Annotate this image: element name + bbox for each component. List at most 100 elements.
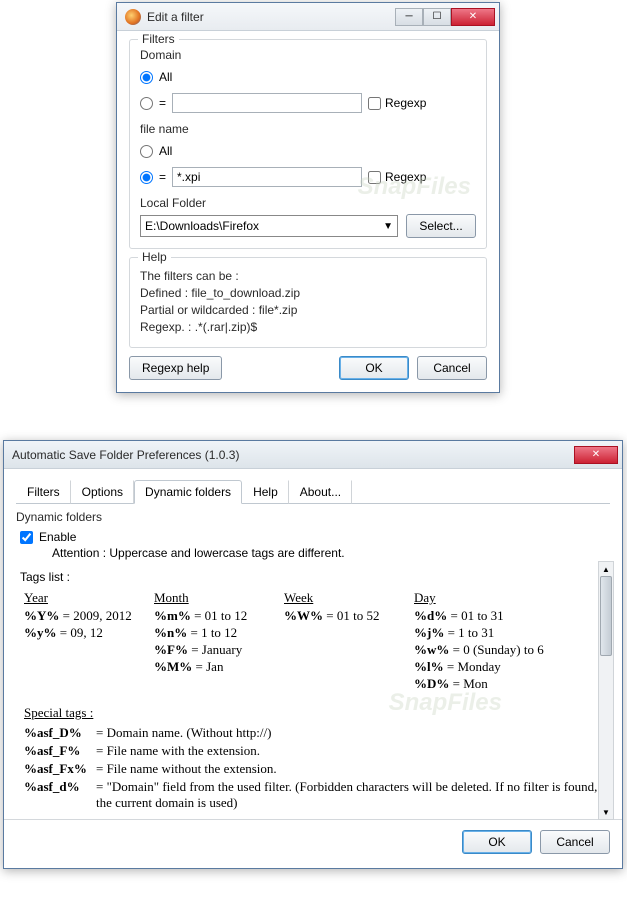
window-buttons: ─ ☐ ✕	[395, 8, 495, 26]
tag-row: %F% = January	[154, 642, 264, 658]
filename-regexp-label: Regexp	[385, 170, 426, 184]
filters-legend: Filters	[138, 32, 179, 46]
filename-all-row: All	[140, 140, 476, 162]
chevron-down-icon: ▼	[383, 221, 393, 232]
special-row: %asf_F%= File name with the extension.	[24, 743, 602, 759]
domain-eq-label: =	[159, 96, 166, 110]
tags-columns: Year %Y% = 2009, 2012 %y% = 09, 12 Month…	[24, 590, 602, 693]
domain-all-radio[interactable]	[140, 71, 153, 84]
filename-eq-row: = Regexp	[140, 166, 476, 188]
filename-eq-label: =	[159, 170, 166, 184]
filename-input[interactable]	[172, 167, 362, 187]
help-line: Regexp. : .*(.rar|.zip)$	[140, 320, 476, 334]
dialog-buttons: OK Cancel	[4, 819, 622, 864]
cancel-button[interactable]: Cancel	[540, 830, 610, 854]
col-month: Month %m% = 01 to 12 %n% = 1 to 12 %F% =…	[154, 590, 264, 693]
attention-text: Attention : Uppercase and lowercase tags…	[52, 546, 610, 560]
close-button[interactable]: ✕	[451, 8, 495, 26]
cancel-button[interactable]: Cancel	[417, 356, 487, 380]
tab-dynamic-folders[interactable]: Dynamic folders	[134, 480, 242, 504]
col-day-header: Day	[414, 590, 544, 606]
domain-all-label: All	[159, 70, 172, 84]
tag-row: %m% = 01 to 12	[154, 608, 264, 624]
filename-eq-radio[interactable]	[140, 171, 153, 184]
filename-all-label: All	[159, 144, 172, 158]
col-week: Week %W% = 01 to 52	[284, 590, 394, 693]
scroll-down-icon[interactable]: ▼	[599, 805, 613, 819]
tag-row: %n% = 1 to 12	[154, 625, 264, 641]
close-button[interactable]: ✕	[574, 446, 618, 464]
tab-help[interactable]: Help	[242, 480, 289, 504]
enable-label: Enable	[39, 530, 76, 544]
domain-regexp-label: Regexp	[385, 96, 426, 110]
filename-regexp-checkbox-wrap: Regexp	[368, 170, 426, 184]
minimize-button[interactable]: ─	[395, 8, 423, 26]
special-tags-header: Special tags :	[24, 705, 602, 721]
domain-all-row: All	[140, 66, 476, 88]
tag-row: %D% = Mon	[414, 676, 544, 692]
window-body: Filters Domain All = Regexp file name Al…	[117, 31, 499, 392]
tag-row: %y% = 09, 12	[24, 625, 134, 641]
special-row: %asf_d%= "Domain" field from the used fi…	[24, 779, 602, 811]
domain-input[interactable]	[172, 93, 362, 113]
domain-label: Domain	[140, 48, 476, 62]
domain-eq-radio[interactable]	[140, 97, 153, 110]
regexp-help-button[interactable]: Regexp help	[129, 356, 222, 380]
localfolder-select[interactable]: E:\Downloads\Firefox ▼	[140, 215, 398, 237]
tag-row: %Y% = 2009, 2012	[24, 608, 134, 624]
ok-button[interactable]: OK	[462, 830, 532, 854]
tag-row: %w% = 0 (Sunday) to 6	[414, 642, 544, 658]
enable-checkbox[interactable]	[20, 531, 33, 544]
tag-row: %W% = 01 to 52	[284, 608, 394, 624]
special-row: %asf_Fx%= File name without the extensio…	[24, 761, 602, 777]
domain-eq-row: = Regexp	[140, 92, 476, 114]
window-title: Automatic Save Folder Preferences (1.0.3…	[12, 448, 574, 462]
localfolder-value: E:\Downloads\Firefox	[145, 219, 259, 233]
filters-fieldset: Filters Domain All = Regexp file name Al…	[129, 39, 487, 249]
scrollbar-thumb[interactable]	[600, 576, 612, 656]
filename-label: file name	[140, 122, 476, 136]
col-year-header: Year	[24, 590, 134, 606]
help-line: Partial or wildcarded : file*.zip	[140, 303, 476, 317]
enable-row: Enable	[20, 530, 610, 544]
domain-regexp-checkbox[interactable]	[368, 97, 381, 110]
col-day: Day %d% = 01 to 31 %j% = 1 to 31 %w% = 0…	[414, 590, 544, 693]
tag-row: %d% = 01 to 31	[414, 608, 544, 624]
preferences-window: Automatic Save Folder Preferences (1.0.3…	[3, 440, 623, 869]
tab-bar: Filters Options Dynamic folders Help Abo…	[16, 479, 610, 504]
tagslist-label: Tags list :	[20, 570, 610, 584]
firefox-icon	[125, 9, 141, 25]
domain-regexp-checkbox-wrap: Regexp	[368, 96, 426, 110]
edit-filter-window: Edit a filter ─ ☐ ✕ Filters Domain All =…	[116, 2, 500, 393]
titlebar[interactable]: Automatic Save Folder Preferences (1.0.3…	[4, 441, 622, 469]
ok-button[interactable]: OK	[339, 356, 409, 380]
maximize-button[interactable]: ☐	[423, 8, 451, 26]
tag-row: %j% = 1 to 31	[414, 625, 544, 641]
help-line: Defined : file_to_download.zip	[140, 286, 476, 300]
scrollbar[interactable]: ▲ ▼	[598, 561, 614, 820]
special-row: %asf_D%= Domain name. (Without http://)	[24, 725, 602, 741]
dialog-buttons: Regexp help OK Cancel	[129, 356, 487, 380]
tag-row: %l% = Monday	[414, 659, 544, 675]
window-body: Filters Options Dynamic folders Help Abo…	[4, 469, 622, 868]
tag-row: %M% = Jan	[154, 659, 264, 675]
col-year: Year %Y% = 2009, 2012 %y% = 09, 12	[24, 590, 134, 693]
tab-about[interactable]: About...	[289, 480, 352, 504]
tab-options[interactable]: Options	[71, 480, 134, 504]
select-folder-button[interactable]: Select...	[406, 214, 476, 238]
titlebar[interactable]: Edit a filter ─ ☐ ✕	[117, 3, 499, 31]
filename-regexp-checkbox[interactable]	[368, 171, 381, 184]
col-week-header: Week	[284, 590, 394, 606]
help-legend: Help	[138, 250, 171, 264]
window-title: Edit a filter	[147, 10, 395, 24]
tab-filters[interactable]: Filters	[16, 480, 71, 504]
window-buttons: ✕	[574, 446, 618, 464]
localfolder-label: Local Folder	[140, 196, 476, 210]
scroll-up-icon[interactable]: ▲	[599, 562, 613, 576]
section-title: Dynamic folders	[16, 510, 610, 524]
col-month-header: Month	[154, 590, 264, 606]
help-fieldset: Help The filters can be : Defined : file…	[129, 257, 487, 348]
special-tags: Special tags : %asf_D%= Domain name. (Wi…	[24, 705, 602, 811]
help-line: The filters can be :	[140, 269, 476, 283]
filename-all-radio[interactable]	[140, 145, 153, 158]
